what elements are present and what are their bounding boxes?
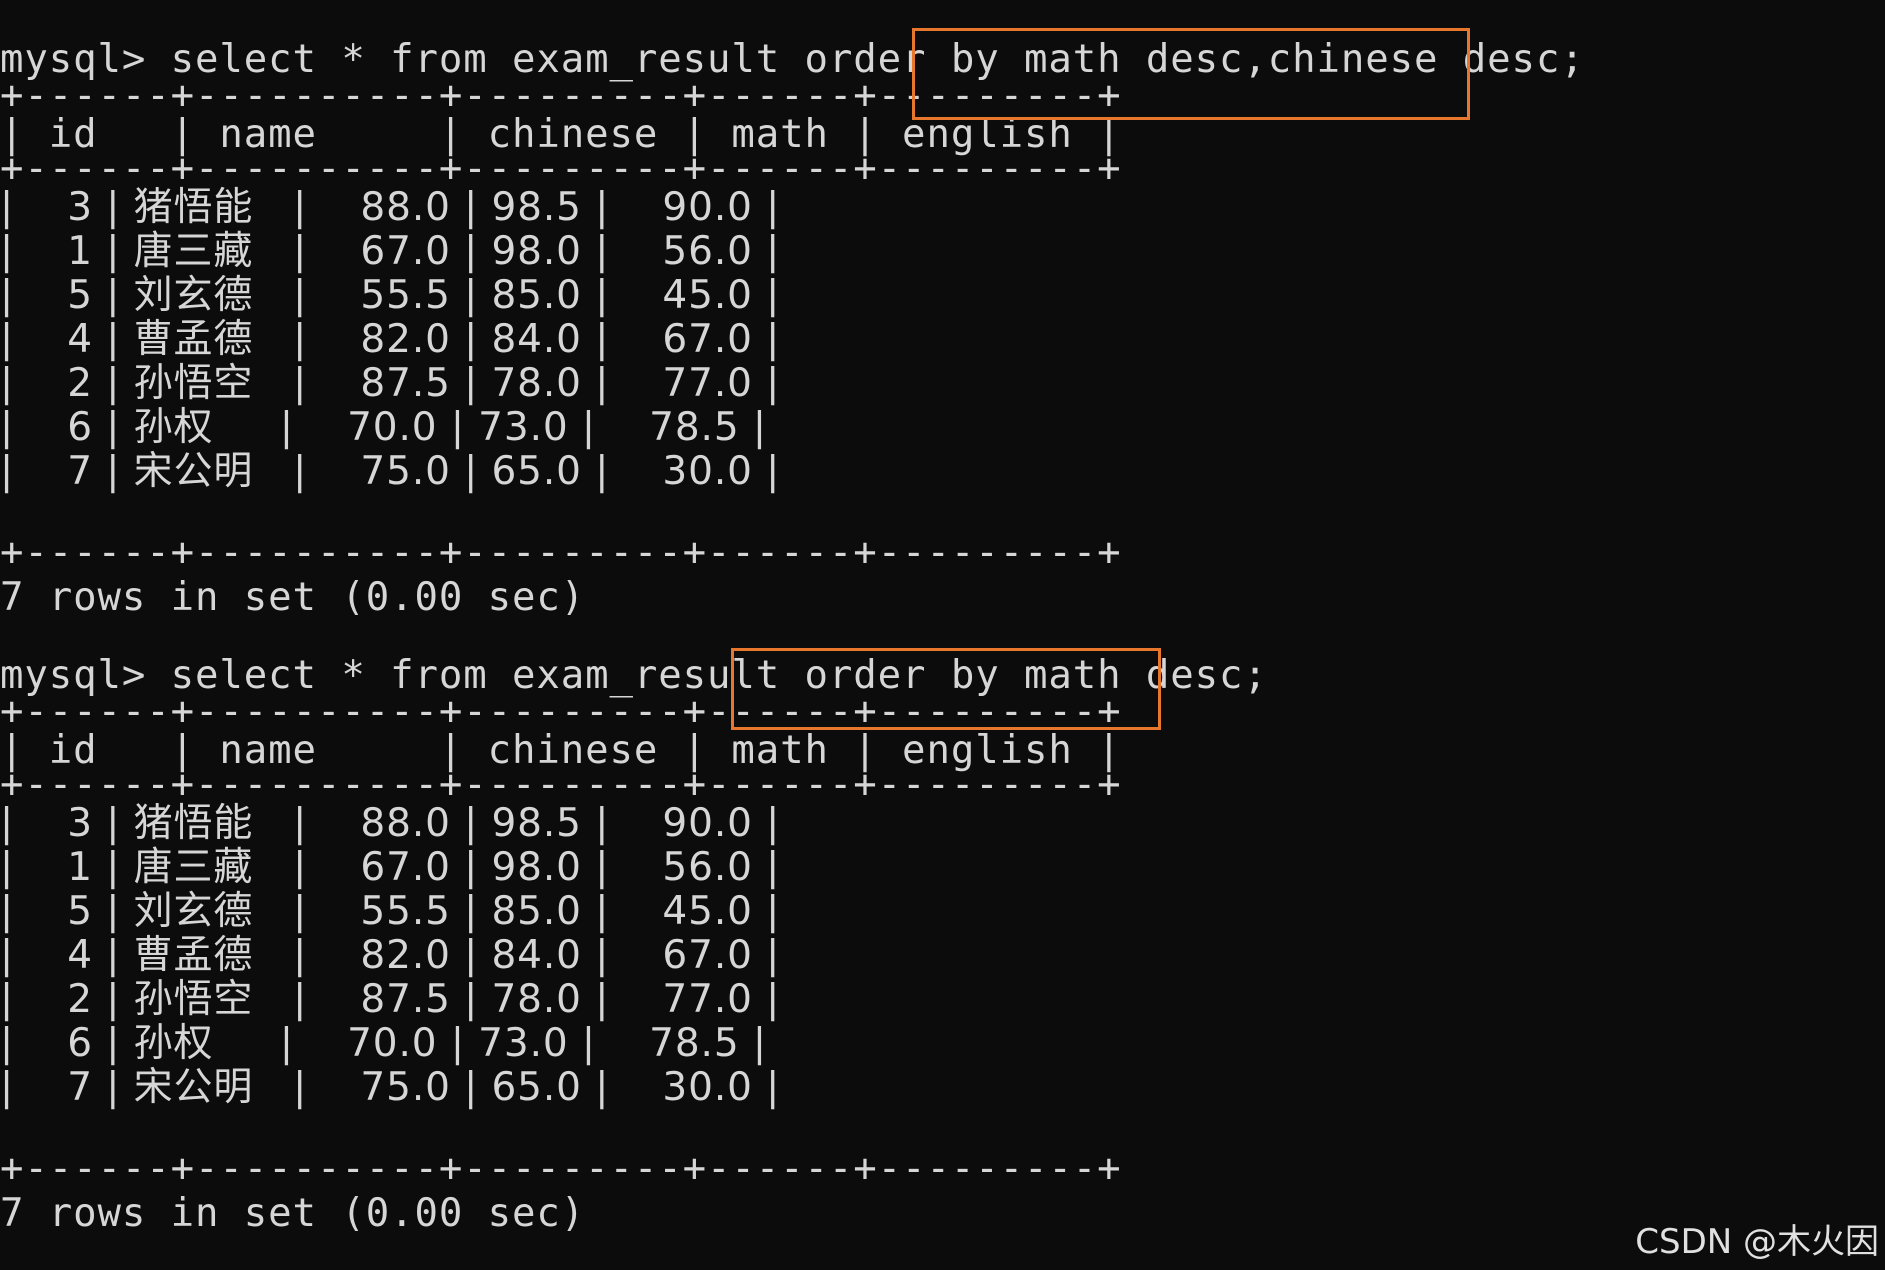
table-1-bottom-border: +------+----------+---------+------+----… [0, 530, 1122, 575]
table-row: | 7 | 宋公明 | 75.0 | 65.0 | 30.0 | [0, 449, 781, 494]
table-row: | 4 | 曹孟德 | 82.0 | 84.0 | 67.0 | [0, 317, 781, 362]
table-2-bottom-border: +------+----------+---------+------+----… [0, 1146, 1122, 1191]
table-row: | 4 | 曹孟德 | 82.0 | 84.0 | 67.0 | [0, 933, 781, 978]
table-row: | 1 | 唐三藏 | 67.0 | 98.0 | 56.0 | [0, 229, 781, 274]
result-status-2: 7 rows in set (0.00 sec) [0, 1191, 586, 1236]
table-row: | 5 | 刘玄德 | 55.5 | 85.0 | 45.0 | [0, 889, 781, 934]
table-row: | 2 | 孙悟空 | 87.5 | 78.0 | 77.0 | [0, 361, 781, 406]
table-row: | 5 | 刘玄德 | 55.5 | 85.0 | 45.0 | [0, 273, 781, 318]
result-status-1: 7 rows in set (0.00 sec) [0, 575, 586, 620]
watermark: CSDN @木火因 [1635, 1222, 1879, 1262]
table-row: | 2 | 孙悟空 | 87.5 | 78.0 | 77.0 | [0, 977, 781, 1022]
table-row: | 3 | 猪悟能 | 88.0 | 98.5 | 90.0 | [0, 801, 781, 846]
table-row: | 3 | 猪悟能 | 88.0 | 98.5 | 90.0 | [0, 185, 781, 230]
table-row: | 6 | 孙权 | 70.0 | 73.0 | 78.5 | [0, 405, 767, 450]
table-row: | 6 | 孙权 | 70.0 | 73.0 | 78.5 | [0, 1021, 767, 1066]
terminal-window[interactable]: mysql> select * from exam_result order b… [0, 0, 1885, 1270]
table-row: | 7 | 宋公明 | 75.0 | 65.0 | 30.0 | [0, 1065, 781, 1110]
table-row: | 1 | 唐三藏 | 67.0 | 98.0 | 56.0 | [0, 845, 781, 890]
